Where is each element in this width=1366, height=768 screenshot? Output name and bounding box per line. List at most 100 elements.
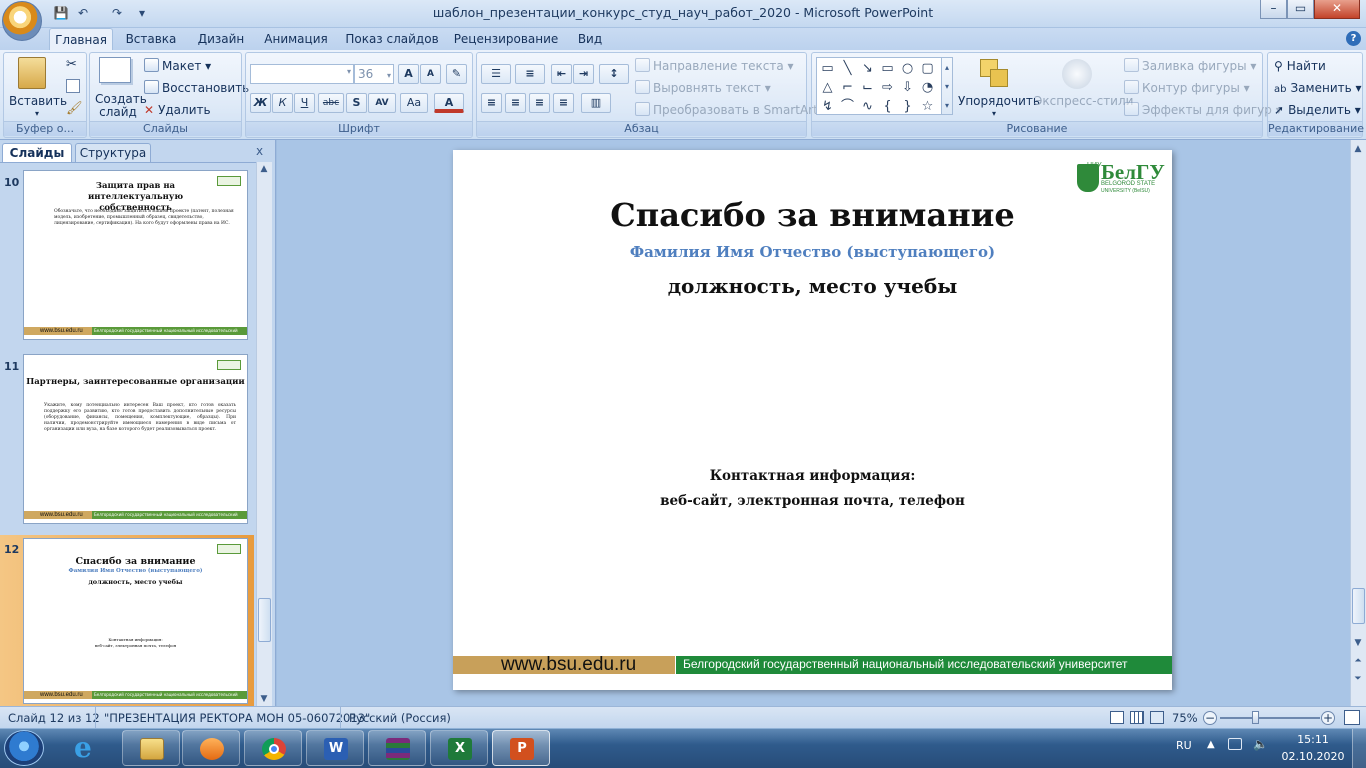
- underline-button[interactable]: Ч: [294, 93, 315, 113]
- scroll-down-icon[interactable]: ▼: [1351, 636, 1365, 650]
- arrange-icon[interactable]: [980, 59, 1010, 89]
- normal-view-icon[interactable]: [1110, 711, 1124, 724]
- tab-animation[interactable]: Анимация: [258, 28, 334, 50]
- minimize-button[interactable]: –: [1260, 0, 1287, 19]
- chrome-taskbar-button[interactable]: [244, 730, 302, 766]
- reset-button[interactable]: Восстановить: [144, 80, 249, 96]
- slide-title[interactable]: Спасибо за внимание: [453, 196, 1172, 234]
- start-button[interactable]: [4, 730, 44, 766]
- tab-insert[interactable]: Вставка: [121, 28, 181, 50]
- scroll-up-icon[interactable]: ▲: [1351, 142, 1365, 156]
- left-brace-icon[interactable]: {: [879, 98, 896, 115]
- close-button[interactable]: ✕: [1314, 0, 1360, 19]
- select-button[interactable]: ➚ Выделить ▾: [1274, 102, 1361, 118]
- grow-font-button[interactable]: A: [398, 64, 419, 84]
- slide-position[interactable]: должность, место учебы: [453, 274, 1172, 298]
- oval-shape-icon[interactable]: ○: [899, 60, 916, 77]
- slideshow-view-icon[interactable]: [1150, 711, 1164, 724]
- shadow-button[interactable]: S: [346, 93, 367, 113]
- slides-pane-scrollbar[interactable]: ▲ ▼: [256, 162, 272, 706]
- quick-styles-icon[interactable]: [1062, 59, 1092, 89]
- media-player-taskbar-button[interactable]: [182, 730, 240, 766]
- office-button[interactable]: [2, 1, 42, 41]
- slide-contacts-items[interactable]: веб-сайт, электронная почта, телефон: [453, 493, 1172, 509]
- arrange-button[interactable]: Упорядочить: [958, 93, 1040, 109]
- shape-fill-button[interactable]: Заливка фигуры ▾: [1124, 58, 1256, 74]
- find-button[interactable]: ⚲ Найти: [1274, 58, 1326, 74]
- tab-outline[interactable]: Структура: [75, 143, 151, 162]
- tab-slides[interactable]: Слайды: [2, 143, 72, 162]
- show-desktop-button[interactable]: [1352, 729, 1366, 768]
- tab-review[interactable]: Рецензирование: [452, 28, 560, 50]
- main-scrollbar[interactable]: ▲ ▼ ⏶ ⏷: [1350, 140, 1366, 706]
- internet-explorer-icon[interactable]: e: [62, 730, 114, 766]
- flowchart-shape-icon[interactable]: ◔: [919, 79, 936, 96]
- arrange-dropdown-icon[interactable]: ▾: [992, 109, 996, 118]
- theme-name[interactable]: "ПРЕЗЕНТАЦИЯ РЕКТОРА МОН 05-06072013": [95, 707, 370, 729]
- clear-format-button[interactable]: ✎: [446, 64, 467, 84]
- slide-thumbnail-10[interactable]: Защита прав на интеллектуальную собствен…: [23, 170, 248, 340]
- curve-shape-icon[interactable]: ∿: [859, 98, 876, 115]
- columns-button[interactable]: ▥: [581, 93, 611, 113]
- rounded-rect-shape-icon[interactable]: ▢: [919, 60, 936, 77]
- align-text-button[interactable]: Выровнять текст ▾: [635, 80, 771, 96]
- textbox-shape-icon[interactable]: ▭: [819, 60, 836, 77]
- justify-button[interactable]: ≡: [553, 93, 574, 113]
- shape-outline-button[interactable]: Контур фигуры ▾: [1124, 80, 1250, 96]
- line-shape-icon[interactable]: ╲: [839, 60, 856, 77]
- tab-view[interactable]: Вид: [570, 28, 610, 50]
- cut-icon[interactable]: ✂: [66, 57, 77, 72]
- layout-button[interactable]: Макет ▾: [144, 58, 211, 74]
- char-spacing-button[interactable]: AV: [368, 93, 396, 113]
- font-color-button[interactable]: A: [434, 93, 464, 113]
- paste-icon[interactable]: [18, 57, 46, 89]
- align-center-button[interactable]: ≡: [505, 93, 526, 113]
- elbow-arrow-icon[interactable]: ⌙: [859, 79, 876, 96]
- delete-button[interactable]: ✕ Удалить: [144, 102, 211, 118]
- close-pane-icon[interactable]: x: [256, 144, 263, 158]
- star-shape-icon[interactable]: ☆: [919, 98, 936, 115]
- change-case-button[interactable]: Aa: [400, 93, 428, 113]
- explorer-taskbar-button[interactable]: [122, 730, 180, 766]
- shape-effects-button[interactable]: Эффекты для фигур ▾: [1124, 102, 1282, 118]
- slide-contacts-label[interactable]: Контактная информация:: [453, 468, 1172, 484]
- paste-button[interactable]: Вставить: [9, 93, 67, 109]
- powerpoint-taskbar-button[interactable]: P: [492, 730, 550, 766]
- next-slide-icon[interactable]: ⏷: [1351, 672, 1365, 686]
- zoom-in-button[interactable]: +: [1321, 711, 1335, 725]
- decrease-indent-button[interactable]: ⇤: [551, 64, 572, 84]
- scroll-thumb[interactable]: [1352, 588, 1365, 624]
- language-indicator[interactable]: Русский (Россия): [340, 707, 451, 729]
- shrink-font-button[interactable]: A: [420, 64, 441, 84]
- tab-slideshow[interactable]: Показ слайдов: [344, 28, 440, 50]
- increase-indent-button[interactable]: ⇥: [573, 64, 594, 84]
- align-right-button[interactable]: ≡: [529, 93, 550, 113]
- elbow-connector-icon[interactable]: ⌐: [839, 79, 856, 96]
- bullets-button[interactable]: ☰: [481, 64, 511, 84]
- new-slide-button[interactable]: Создать слайд: [95, 93, 147, 119]
- arc-shape-icon[interactable]: ⌒: [839, 98, 856, 115]
- bold-button[interactable]: Ж: [250, 93, 271, 113]
- fit-to-window-icon[interactable]: [1344, 710, 1360, 725]
- scroll-thumb[interactable]: [258, 598, 271, 642]
- scroll-up-icon[interactable]: ▲: [257, 162, 271, 176]
- triangle-shape-icon[interactable]: △: [819, 79, 836, 96]
- slide-footer-url[interactable]: www.bsu.edu.ru: [501, 654, 636, 676]
- slide-subtitle[interactable]: Фамилия Имя Отчество (выступающего): [453, 243, 1172, 261]
- slide-thumbnail-12[interactable]: Спасибо за внимание Фамилия Имя Отчество…: [23, 538, 248, 704]
- lightning-shape-icon[interactable]: ↯: [819, 98, 836, 115]
- shapes-gallery[interactable]: ▭ ╲ ↘ ▭ ○ ▢ △ ⌐ ⌙ ⇨ ⇩ ◔ ↯ ⌒ ∿ { } ☆: [816, 57, 942, 115]
- copy-icon[interactable]: [66, 79, 80, 93]
- rectangle-shape-icon[interactable]: ▭: [879, 60, 896, 77]
- clock-date[interactable]: 02.10.2020: [1281, 750, 1345, 763]
- replace-button[interactable]: ab Заменить ▾: [1274, 80, 1362, 98]
- quick-styles-button[interactable]: Экспресс-стили: [1034, 93, 1133, 109]
- right-arrow-shape-icon[interactable]: ⇨: [879, 79, 896, 96]
- strikethrough-button[interactable]: abc: [318, 93, 344, 113]
- smartart-button[interactable]: Преобразовать в SmartArt ▾: [635, 102, 828, 118]
- excel-taskbar-button[interactable]: X: [430, 730, 488, 766]
- zoom-slider-thumb[interactable]: [1252, 711, 1259, 724]
- numbering-button[interactable]: ≡: [515, 64, 545, 84]
- line-spacing-button[interactable]: ↕: [599, 64, 629, 84]
- scroll-down-icon[interactable]: ▼: [257, 692, 271, 706]
